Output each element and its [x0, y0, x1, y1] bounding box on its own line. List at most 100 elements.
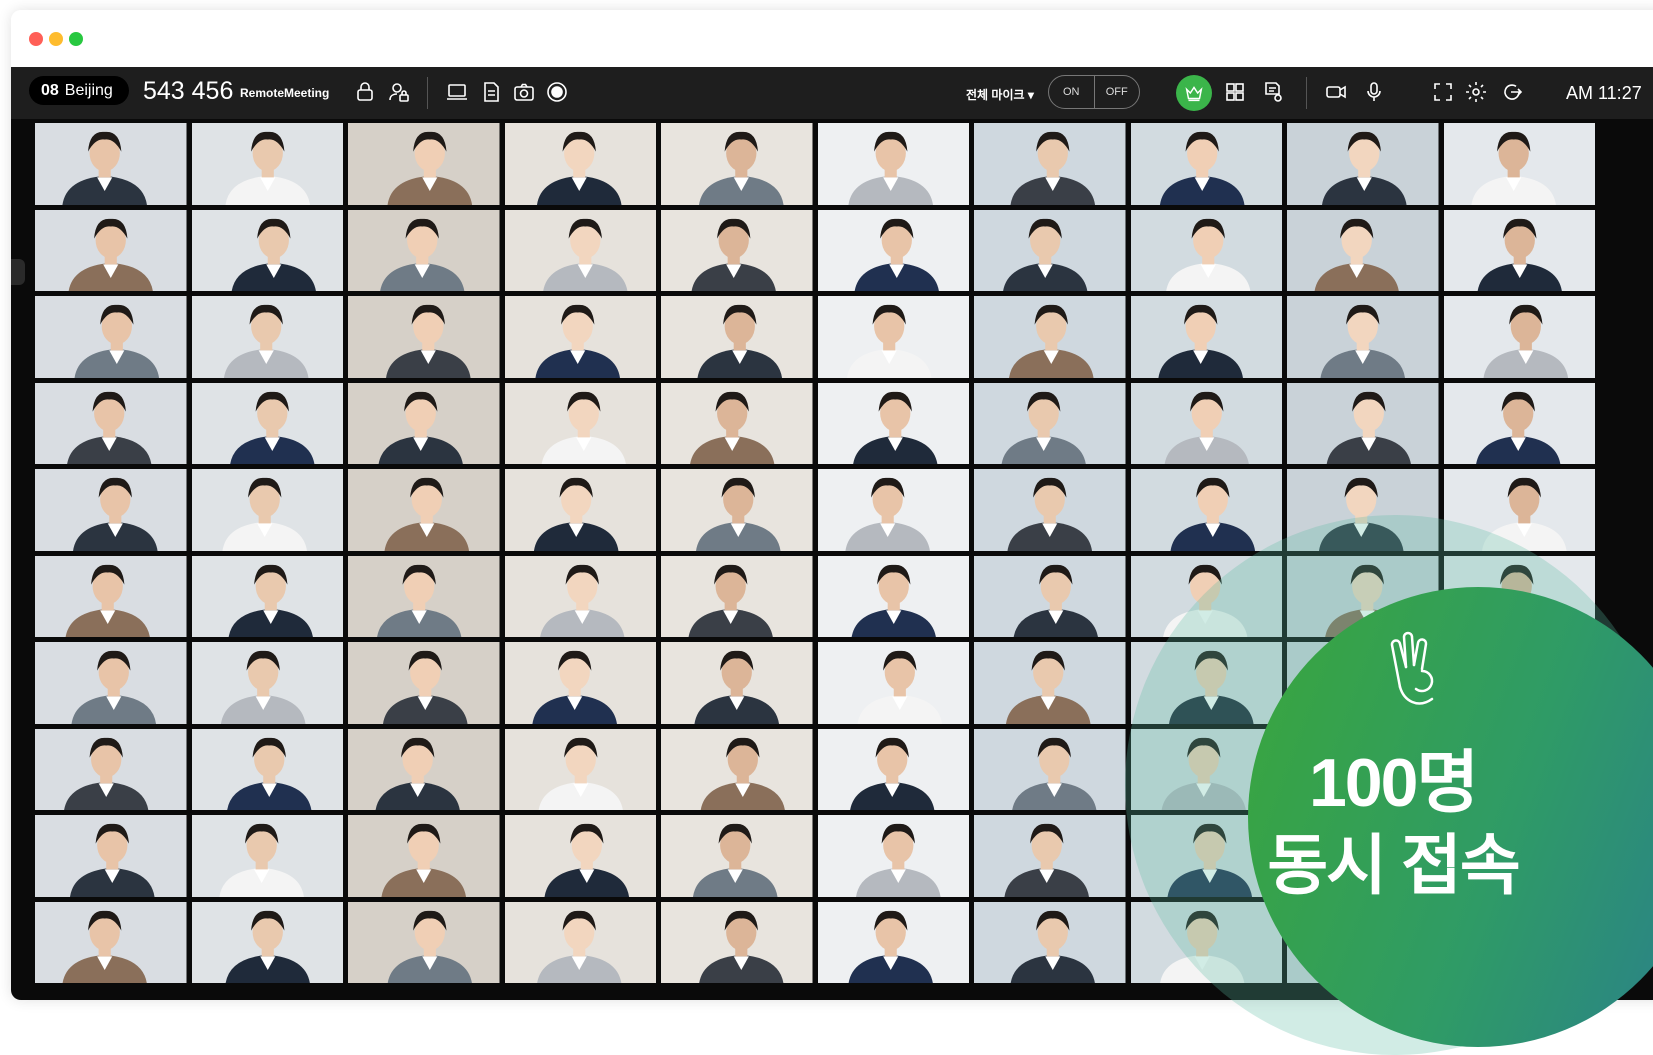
participant-video-tile[interactable] — [974, 815, 1126, 897]
maximize-window-button[interactable] — [69, 32, 83, 46]
participant-video-tile[interactable] — [348, 296, 500, 378]
host-button[interactable] — [1176, 75, 1212, 111]
participant-video-tile[interactable] — [191, 296, 343, 378]
participant-video-tile[interactable] — [348, 728, 500, 810]
participant-video-tile[interactable] — [35, 555, 187, 637]
participant-video-tile[interactable] — [974, 642, 1126, 724]
participant-video-tile[interactable] — [1287, 123, 1439, 205]
participant-video-tile[interactable] — [348, 901, 500, 983]
microphone-icon[interactable] — [1361, 79, 1387, 105]
settings-icon[interactable] — [1463, 79, 1489, 105]
off-button[interactable]: OFF — [1095, 76, 1140, 108]
participant-video-tile[interactable] — [35, 382, 187, 464]
participant-video-tile[interactable] — [661, 296, 813, 378]
video-camera-icon[interactable] — [1323, 79, 1349, 105]
participant-video-tile[interactable] — [974, 901, 1126, 983]
close-window-button[interactable] — [29, 32, 43, 46]
chat-document-icon[interactable] — [1260, 79, 1286, 105]
participant-video-tile[interactable] — [817, 382, 969, 464]
participant-video-tile[interactable] — [504, 209, 656, 291]
participant-video-tile[interactable] — [191, 469, 343, 551]
participant-video-tile[interactable] — [817, 815, 969, 897]
mic-onoff-toggle[interactable]: ON OFF — [1048, 75, 1140, 109]
participant-video-tile[interactable] — [504, 815, 656, 897]
participant-video-tile[interactable] — [504, 642, 656, 724]
participant-video-tile[interactable] — [191, 123, 343, 205]
participant-video-tile[interactable] — [974, 555, 1126, 637]
on-button[interactable]: ON — [1049, 76, 1095, 108]
camera-icon[interactable] — [511, 79, 537, 105]
participant-video-tile[interactable] — [974, 296, 1126, 378]
participant-video-tile[interactable] — [504, 901, 656, 983]
participant-video-tile[interactable] — [191, 209, 343, 291]
minimize-window-button[interactable] — [49, 32, 63, 46]
participant-video-tile[interactable] — [191, 728, 343, 810]
participant-video-tile[interactable] — [35, 296, 187, 378]
participant-video-tile[interactable] — [1287, 296, 1439, 378]
lock-icon[interactable] — [352, 79, 378, 105]
room-badge[interactable]: 08 Beijing — [29, 76, 129, 105]
participant-video-tile[interactable] — [817, 901, 969, 983]
user-lock-icon[interactable] — [386, 79, 412, 105]
participant-video-tile[interactable] — [1443, 123, 1595, 205]
participant-video-tile[interactable] — [974, 382, 1126, 464]
participant-video-tile[interactable] — [661, 469, 813, 551]
participant-video-tile[interactable] — [1130, 209, 1282, 291]
fullscreen-icon[interactable] — [1430, 79, 1456, 105]
participant-video-tile[interactable] — [348, 469, 500, 551]
participant-video-tile[interactable] — [974, 123, 1126, 205]
participant-video-tile[interactable] — [661, 382, 813, 464]
participant-video-tile[interactable] — [817, 296, 969, 378]
participant-video-tile[interactable] — [974, 209, 1126, 291]
document-icon[interactable] — [478, 79, 504, 105]
participant-video-tile[interactable] — [35, 209, 187, 291]
participant-video-tile[interactable] — [1130, 469, 1282, 551]
record-icon[interactable] — [544, 79, 570, 105]
participant-video-tile[interactable] — [817, 123, 969, 205]
participant-video-tile[interactable] — [974, 469, 1126, 551]
participant-video-tile[interactable] — [35, 901, 187, 983]
exit-icon[interactable] — [1499, 79, 1525, 105]
mic-select[interactable]: 전체 마이크 ▾ — [966, 86, 1034, 103]
participant-video-tile[interactable] — [817, 642, 969, 724]
participant-video-tile[interactable] — [661, 642, 813, 724]
participant-video-tile[interactable] — [974, 728, 1126, 810]
participant-video-tile[interactable] — [1443, 382, 1595, 464]
participant-video-tile[interactable] — [817, 469, 969, 551]
participant-video-tile[interactable] — [348, 642, 500, 724]
participant-video-tile[interactable] — [1130, 296, 1282, 378]
participant-video-tile[interactable] — [817, 555, 969, 637]
participant-video-tile[interactable] — [1130, 382, 1282, 464]
participant-video-tile[interactable] — [348, 382, 500, 464]
participant-video-tile[interactable] — [1287, 382, 1439, 464]
participant-video-tile[interactable] — [348, 123, 500, 205]
participant-video-tile[interactable] — [35, 815, 187, 897]
participant-video-tile[interactable] — [1443, 296, 1595, 378]
participant-video-tile[interactable] — [1130, 123, 1282, 205]
participant-video-tile[interactable] — [191, 382, 343, 464]
participant-video-tile[interactable] — [661, 901, 813, 983]
participant-video-tile[interactable] — [504, 469, 656, 551]
participant-video-tile[interactable] — [1443, 209, 1595, 291]
participant-video-tile[interactable] — [504, 123, 656, 205]
participant-video-tile[interactable] — [348, 815, 500, 897]
participant-video-tile[interactable] — [348, 555, 500, 637]
participant-video-tile[interactable] — [817, 728, 969, 810]
participant-video-tile[interactable] — [661, 555, 813, 637]
participant-video-tile[interactable] — [348, 209, 500, 291]
participant-video-tile[interactable] — [35, 642, 187, 724]
participant-video-tile[interactable] — [661, 728, 813, 810]
participant-video-tile[interactable] — [661, 815, 813, 897]
left-panel-tab[interactable] — [11, 259, 25, 285]
participant-video-tile[interactable] — [191, 815, 343, 897]
participant-video-tile[interactable] — [504, 555, 656, 637]
participant-video-tile[interactable] — [661, 209, 813, 291]
participant-video-tile[interactable] — [35, 728, 187, 810]
screen-share-icon[interactable] — [444, 79, 470, 105]
participant-video-tile[interactable] — [191, 901, 343, 983]
participant-video-tile[interactable] — [661, 123, 813, 205]
participant-video-tile[interactable] — [191, 555, 343, 637]
participant-video-tile[interactable] — [504, 296, 656, 378]
participant-video-tile[interactable] — [817, 209, 969, 291]
participant-video-tile[interactable] — [504, 728, 656, 810]
